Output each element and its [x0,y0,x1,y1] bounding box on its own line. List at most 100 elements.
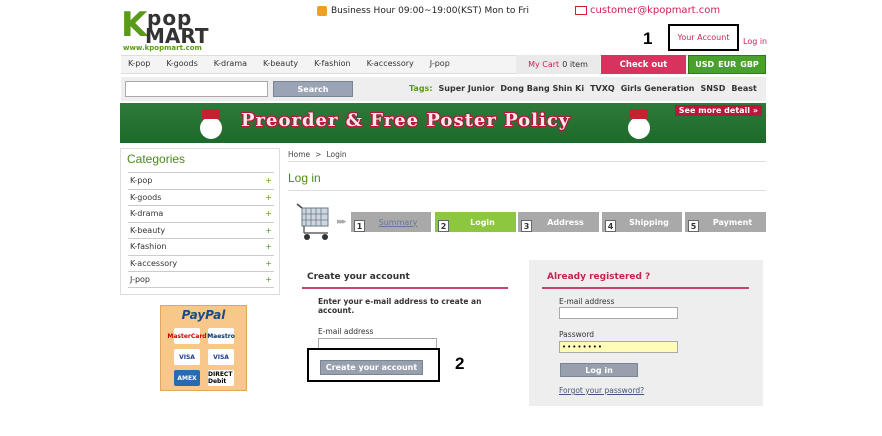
step-number: 2 [438,220,449,232]
annotation-label-2: 2 [455,354,465,373]
tag-link[interactable]: Dong Bang Shin Ki [500,84,584,93]
create-email-label: E-mail address [318,327,374,336]
step-summary[interactable]: 1 Summary [351,212,431,232]
currency-usd[interactable]: USD [695,60,714,69]
login-email-field[interactable] [559,307,678,319]
amex-icon: AMEX [174,370,200,386]
step-label: Payment [712,217,753,227]
snowman-icon [628,117,650,139]
tag-link[interactable]: Girls Generation [621,84,695,93]
plus-icon: + [265,274,272,284]
plus-icon: + [265,258,272,268]
nav-item-kdrama[interactable]: K-drama [214,59,247,68]
nav-item-kgoods[interactable]: K-goods [166,59,197,68]
logo-url: www.kpopmart.com [123,44,202,52]
my-cart-button[interactable]: My Cart 0 item [516,55,600,74]
contact-email-text: customer@kpopmart.com [590,5,721,16]
divider [542,287,749,289]
divider [288,161,766,162]
shopping-cart-icon [296,203,329,240]
search-button[interactable]: Search [273,81,353,97]
login-button[interactable]: Log in [560,363,638,377]
category-label: K-fashion [130,242,167,252]
currency-gbp[interactable]: GBP [740,60,759,69]
mastercard-icon: MasterCard [167,328,207,344]
contact-email[interactable]: customer@kpopmart.com [575,5,720,16]
categories-list: K-pop + K-goods + K-drama + K-beauty + K-fas… [128,172,274,288]
mail-icon [575,6,587,15]
step-shipping: 4 Shipping [602,212,682,232]
main-nav: K-pop K-goods K-drama K-beauty K-fashion… [128,59,466,68]
step-address: 3 Address [518,212,599,232]
cart-count: 0 item [562,60,588,69]
create-account-description: Enter your e-mail address to create an a… [318,297,482,315]
create-account-title: Create your account [307,272,410,282]
visa-electron-icon: VISA [208,349,234,365]
breadcrumb-home[interactable]: Home [288,150,310,159]
santa-hat-icon [630,109,648,119]
currency-eur[interactable]: EUR [718,60,736,69]
category-item[interactable]: K-accessory + [128,254,274,272]
already-registered-title: Already registered ? [547,272,651,282]
category-item[interactable]: K-drama + [128,205,274,222]
page-title: Log in [288,171,321,185]
business-hours: Business Hour 09:00~19:00(KST) Mon to Fr… [317,6,529,16]
annotation-label-1: 1 [643,29,653,48]
category-item[interactable]: K-fashion + [128,238,274,255]
search-input[interactable] [125,81,268,97]
category-item[interactable]: K-beauty + [128,221,274,239]
nav-item-jpop[interactable]: J-pop [430,59,450,68]
tag-link[interactable]: Super Junior [439,84,495,93]
category-item[interactable]: J-pop + [128,271,274,288]
business-hours-text: Business Hour 09:00~19:00(KST) Mon to Fr… [331,6,529,16]
cart-label: My Cart [528,60,560,69]
step-number: 4 [605,220,616,232]
password-field[interactable]: •••••••• [559,341,678,353]
step-label: Summary [378,217,418,227]
forgot-password-link[interactable]: Forgot your password? [559,386,644,395]
direct-debit-icon: DIRECT Debit [208,370,234,386]
logo-k: K [121,5,148,45]
site-logo[interactable]: K pop MART www.kpopmart.com [121,8,221,54]
step-login: 2 Login [435,212,516,232]
categories-title: Categories [127,152,186,166]
breadcrumb-separator: > [315,150,322,159]
step-number: 1 [354,220,365,232]
divider [302,287,508,289]
plus-icon: + [265,209,272,219]
banner-see-more[interactable]: See more detail » [674,105,762,116]
password-label: Password [559,330,595,339]
header-login-link[interactable]: Log in [743,37,767,46]
nav-item-kaccessory[interactable]: K-accessory [367,59,414,68]
plus-icon: + [265,242,272,252]
category-label: K-pop [130,176,153,186]
category-label: K-beauty [130,225,166,235]
category-label: J-pop [130,274,151,284]
divider [288,190,766,191]
checkout-button[interactable]: Check out [601,55,686,74]
create-account-button[interactable]: Create your account [320,360,423,375]
maestro-icon: Maestro [207,328,235,344]
tags-list: Tags: Super Junior Dong Bang Shin Ki TVX… [409,84,757,93]
nav-item-kfashion[interactable]: K-fashion [314,59,350,68]
category-item[interactable]: K-pop + [128,172,274,189]
steps-arrows: ▸▸▸ [337,217,346,227]
visa-icon: VISA [174,349,200,365]
banner-text: Preorder & Free Poster Policy [241,110,571,131]
your-account-link[interactable]: Your Account [668,24,739,51]
tag-link[interactable]: TVXQ [590,84,615,93]
promo-banner[interactable]: Preorder & Free Poster Policy See more d… [120,103,766,143]
category-item[interactable]: K-goods + [128,188,274,206]
step-label: Address [547,217,584,227]
tag-link[interactable]: Beast [731,84,757,93]
step-label: Login [470,217,495,227]
step-payment: 5 Payment [685,212,766,232]
plus-icon: + [265,225,272,235]
nav-item-kpop[interactable]: K-pop [128,59,150,68]
paypal-logo: PayPal [181,308,226,322]
clock-icon [317,6,327,16]
category-label: K-accessory [130,258,178,268]
tag-link[interactable]: SNSD [700,84,725,93]
nav-item-kbeauty[interactable]: K-beauty [263,59,298,68]
paypal-badge: PayPal MasterCard Maestro VISA VISA AMEX… [160,305,247,391]
